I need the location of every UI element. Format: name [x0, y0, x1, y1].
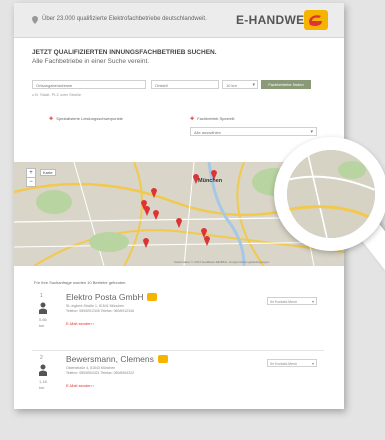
- result-rank: 1: [40, 293, 43, 299]
- result-name-row[interactable]: Bewersmann, Clemens: [66, 354, 168, 364]
- chevron-down-icon: ▾: [311, 361, 314, 366]
- location-input[interactable]: Ortsangabe/adresse: [32, 80, 146, 89]
- contact-select-value: Ihr Kontakt-Menü: [270, 300, 297, 304]
- radius-value: 10 km: [226, 83, 237, 88]
- result-name: Elektro Posta GmbH: [66, 292, 144, 302]
- contact-select-value: Ihr Kontakt-Menü: [270, 362, 297, 366]
- result-phone: Telefon: 089/6554321 Telefax: 089/655432…: [66, 371, 135, 375]
- result-distance: 0,66: [39, 317, 47, 322]
- email-link[interactable]: E-Mail senden ›: [66, 321, 94, 326]
- service-filter-label-wrap: ✚ Fachbetrieb Spezielll: [190, 116, 234, 122]
- result-address-block: St.-Ingbert-Straße 1, 81541 München Tele…: [66, 304, 134, 314]
- radius-select[interactable]: 10 km ▾: [222, 80, 258, 89]
- map-city-label: München: [198, 178, 223, 184]
- location-hint: z.B. Stadt, PLZ oder Straße: [32, 92, 82, 97]
- person-icon: [39, 302, 47, 314]
- chevron-down-icon: ▾: [310, 129, 313, 135]
- header-bar: Über 23.000 qualifizierte Elektrofachbet…: [14, 3, 344, 38]
- result-rank: 2: [40, 355, 43, 361]
- search-subtitle: Alle Fachbetriebe in einer Suche vereint…: [32, 58, 150, 65]
- chevron-right-icon: ›: [92, 383, 95, 388]
- result-name: Bewersmann, Clemens: [66, 354, 154, 364]
- magnifier-glass-icon: [274, 137, 385, 251]
- plus-icon: ✚: [49, 116, 54, 122]
- innung-badge-icon: [157, 355, 168, 363]
- contact-select[interactable]: Ihr Kontakt-Menü ▾: [267, 359, 317, 367]
- result-item: 2 1,18 km Bewersmann, Clemens Ostenstraß…: [32, 352, 324, 409]
- results-count: Für Ihre Suchanfrage wurden 10 Betriebe …: [34, 280, 127, 285]
- search-title: JETZT QUALIFIZIERTEN INNUNGSFACHBETRIEB …: [32, 49, 217, 56]
- result-name-row[interactable]: Elektro Posta GmbH: [66, 292, 158, 302]
- chevron-down-icon: ▾: [311, 299, 314, 304]
- result-item: 1 0,66 km Elektro Posta GmbH St.-Ingbert…: [32, 290, 324, 351]
- result-address-block: Ostenstraße 4, 81543 München Telefon: 08…: [66, 366, 134, 376]
- email-link-text: E-Mail senden: [66, 383, 92, 388]
- service-filter-label: Fachbetrieb Spezielll: [197, 116, 235, 121]
- place-input[interactable]: Ortsteil: [151, 80, 219, 89]
- contact-select[interactable]: Ihr Kontakt-Menü ▾: [267, 297, 317, 305]
- special-filter-label: Spezialisierte Leistungsschwerpunkte: [56, 116, 123, 121]
- map-type-button[interactable]: Karte: [40, 169, 56, 176]
- location-pin-icon: [32, 16, 38, 24]
- result-distance-unit: km: [39, 323, 45, 328]
- service-select-value: Alle auswählen: [194, 130, 221, 135]
- email-link-text: E-Mail senden: [66, 321, 92, 326]
- map-credit[interactable]: Kartendaten © 2013 GeoBasis-DE/BKG, Goog…: [174, 260, 269, 264]
- e-handwerk-logo-icon[interactable]: [304, 10, 328, 30]
- chevron-down-icon: ▾: [252, 82, 255, 88]
- search-button[interactable]: Fachbetriebe finden: [261, 80, 311, 89]
- service-select[interactable]: Alle auswählen ▾: [190, 127, 317, 136]
- header-note: Über 23.000 qualifizierte Elektrofachbet…: [42, 16, 207, 22]
- result-phone: Telefon: 089/6912345 Telefax: 089/691234…: [66, 309, 135, 313]
- email-link[interactable]: E-Mail senden ›: [66, 383, 94, 388]
- special-filter-toggle[interactable]: ✚ Spezialisierte Leistungsschwerpunkte: [49, 116, 123, 122]
- person-icon: [39, 364, 47, 376]
- chevron-right-icon: ›: [92, 321, 95, 326]
- result-distance: 1,18: [39, 379, 47, 384]
- zoom-out-button[interactable]: −: [26, 177, 36, 187]
- result-distance-unit: km: [39, 385, 45, 390]
- plus-icon: ✚: [190, 116, 195, 122]
- innung-badge-icon: [147, 293, 158, 301]
- magnified-map: [287, 150, 375, 238]
